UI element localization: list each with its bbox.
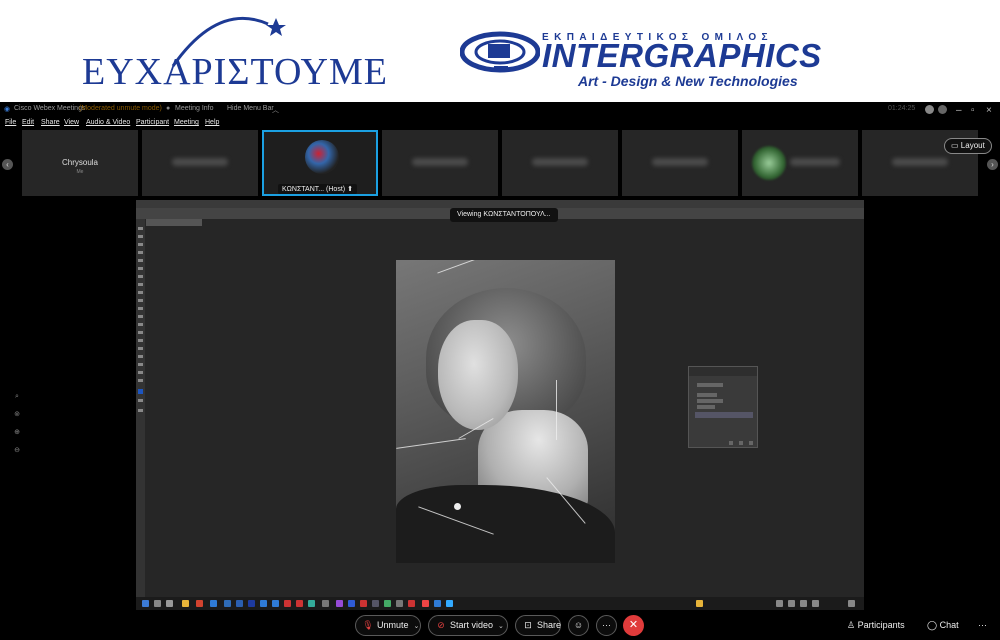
share-label: Share	[537, 620, 562, 630]
menu-audio-video[interactable]: Audio & Video	[86, 119, 130, 126]
thank-you-logo: ΕΥΧΑΡΙΣΤΟΥΜΕ	[78, 8, 387, 94]
settings-icon[interactable]	[938, 105, 947, 114]
user-avatar-icon[interactable]	[925, 105, 934, 114]
intergraphics-logo: ΕΚΠΑΙΔΕΥΤΙΚΟΣ ΟΜΙΛΟΣ INTERGRAPHICS Art -…	[460, 22, 850, 92]
chevron-down-icon[interactable]: ⌄	[498, 617, 504, 636]
meeting-controls: 🎙 Unmute ⌄ ⊘ Start video ⌄ ⊡ Share ☺ ··· ✕ ♙ …	[0, 611, 1000, 640]
meeting-timer: 01:24:25	[888, 105, 916, 112]
participant-sub: Me	[76, 169, 84, 175]
blurred-name	[532, 158, 588, 166]
photo-face	[438, 320, 518, 430]
menu-file[interactable]: File	[5, 119, 16, 126]
start-video-button[interactable]: ⊘ Start video ⌄	[428, 615, 508, 636]
chat-label: Chat	[939, 620, 959, 630]
participant-tile[interactable]	[622, 130, 738, 196]
window-titlebar: ◉ Cisco Webex Meetings (Moderated unmute…	[0, 102, 1000, 117]
menu-share[interactable]: Share	[41, 119, 60, 126]
start-video-label: Start video	[450, 620, 494, 630]
webex-logo-icon: ◉	[4, 106, 11, 113]
menu-edit[interactable]: Edit	[22, 119, 34, 126]
smiley-icon: ☺	[573, 620, 584, 630]
more-options-button[interactable]: ···	[596, 615, 617, 636]
close-icon: ✕	[628, 619, 639, 631]
zoom-fit-icon[interactable]: ⌕	[13, 393, 21, 401]
chat-icon: ◯	[927, 620, 938, 630]
minimize-icon[interactable]: –	[956, 105, 962, 116]
photo-crack	[556, 380, 557, 440]
zoom-out-icon[interactable]: ⊖	[13, 447, 21, 455]
thank-you-text: ΕΥΧΑΡΙΣΤΟΥΜΕ	[82, 51, 388, 93]
shared-app-menubar	[136, 200, 864, 208]
reactions-button[interactable]: ☺	[568, 615, 589, 636]
menu-participant[interactable]: Participant	[136, 119, 169, 126]
info-icon: ●	[166, 105, 171, 112]
more-icon: ···	[602, 620, 611, 630]
meeting-info-button[interactable]: Meeting Info	[175, 105, 214, 112]
participant-strip: ‹ Chrysoula Me ΚΩΝΣΤΑΝΤ... (Host) ⬆ ›	[0, 130, 1000, 198]
participants-label: Participants	[857, 620, 905, 630]
meeting-mode: (Moderated unmute mode)	[79, 105, 162, 112]
close-icon[interactable]: ×	[986, 105, 992, 116]
participants-button[interactable]: ♙ Participants	[847, 620, 905, 631]
zoom-reset-icon[interactable]: ⊚	[13, 411, 21, 419]
maximize-icon[interactable]: ▫	[971, 105, 975, 116]
blurred-name	[892, 158, 948, 166]
menu-help[interactable]: Help	[205, 119, 219, 126]
menu-bar: File Edit Share View Audio & Video Parti…	[0, 117, 1000, 130]
blurred-name	[652, 158, 708, 166]
leave-meeting-button[interactable]: ✕	[623, 615, 644, 636]
blurred-name	[172, 158, 228, 166]
history-panel	[688, 366, 758, 448]
share-icon: ⊡	[524, 620, 532, 630]
webex-meeting-window: ΕΥΧΑΡΙΣΤΟΥΜΕ ΕΚΠΑΙΔΕΥΤΙΚΟΣ ΟΜΙΛΟΣ INTERG…	[0, 0, 1000, 640]
layout-label: Layout	[960, 141, 985, 150]
scroll-left-icon[interactable]: ‹	[2, 159, 13, 170]
host-label: ΚΩΝΣΤΑΝΤ... (Host) ⬆	[278, 184, 357, 194]
overflow-menu-button[interactable]: ···	[978, 620, 987, 630]
participant-tile-me[interactable]: Chrysoula Me	[22, 130, 138, 196]
menu-view[interactable]: View	[64, 119, 79, 126]
participant-tile[interactable]	[742, 130, 858, 196]
company-name: INTERGRAPHICS	[542, 37, 822, 74]
banner: ΕΥΧΑΡΙΣΤΟΥΜΕ ΕΚΠΑΙΔΕΥΤΙΚΟΣ ΟΜΙΛΟΣ INTERG…	[0, 0, 1000, 102]
blurred-name	[790, 158, 840, 166]
zoom-in-icon[interactable]: ⊕	[13, 429, 21, 437]
chevron-up-icon[interactable]: ︿	[272, 105, 279, 115]
participant-tile[interactable]	[502, 130, 618, 196]
host-name: ΚΩΝΣΤΑΝΤ... (Host)	[282, 186, 346, 193]
shared-app-document-tab	[146, 219, 202, 226]
restoration-photo	[396, 260, 615, 563]
person-icon: ♙	[847, 620, 856, 630]
participant-tile[interactable]	[142, 130, 258, 196]
hide-menu-bar-button[interactable]: Hide Menu Bar	[227, 105, 274, 112]
company-tagline: Art - Design & New Technologies	[578, 73, 798, 89]
unmute-label: Unmute	[377, 620, 409, 630]
video-off-icon: ⊘	[437, 620, 445, 630]
chat-button[interactable]: ◯ Chat	[927, 620, 959, 631]
app-name: Cisco Webex Meetings	[14, 105, 86, 112]
share-screen-icon: ⬆	[347, 186, 353, 193]
share-button[interactable]: ⊡ Share	[515, 615, 561, 636]
layout-button[interactable]: ▭ Layout	[944, 138, 992, 154]
scroll-right-icon[interactable]: ›	[987, 159, 998, 170]
photo-crack	[396, 438, 466, 449]
layout-icon: ▭	[951, 141, 959, 150]
photo-spot	[454, 503, 461, 510]
participant-tile-host[interactable]: ΚΩΝΣΤΑΝΤ... (Host) ⬆	[262, 130, 378, 196]
mic-muted-icon: 🎙	[362, 620, 374, 630]
menu-meeting[interactable]: Meeting	[174, 119, 199, 126]
blurred-avatar	[752, 146, 786, 180]
chevron-down-icon[interactable]: ⌄	[414, 617, 420, 636]
unmute-button[interactable]: 🎙 Unmute ⌄	[355, 615, 421, 636]
photo-crack	[437, 260, 485, 274]
eye-icon	[460, 31, 540, 73]
participant-tile[interactable]	[382, 130, 498, 196]
shared-app-toolbar	[136, 219, 145, 597]
shared-taskbar	[136, 597, 864, 610]
blurred-name	[412, 158, 468, 166]
host-avatar	[305, 140, 339, 174]
viewing-banner: Viewing ΚΩΝΣΤΑΝΤΟΠΟΥΛ...	[450, 208, 558, 222]
participant-name: Chrysoula	[61, 158, 98, 167]
